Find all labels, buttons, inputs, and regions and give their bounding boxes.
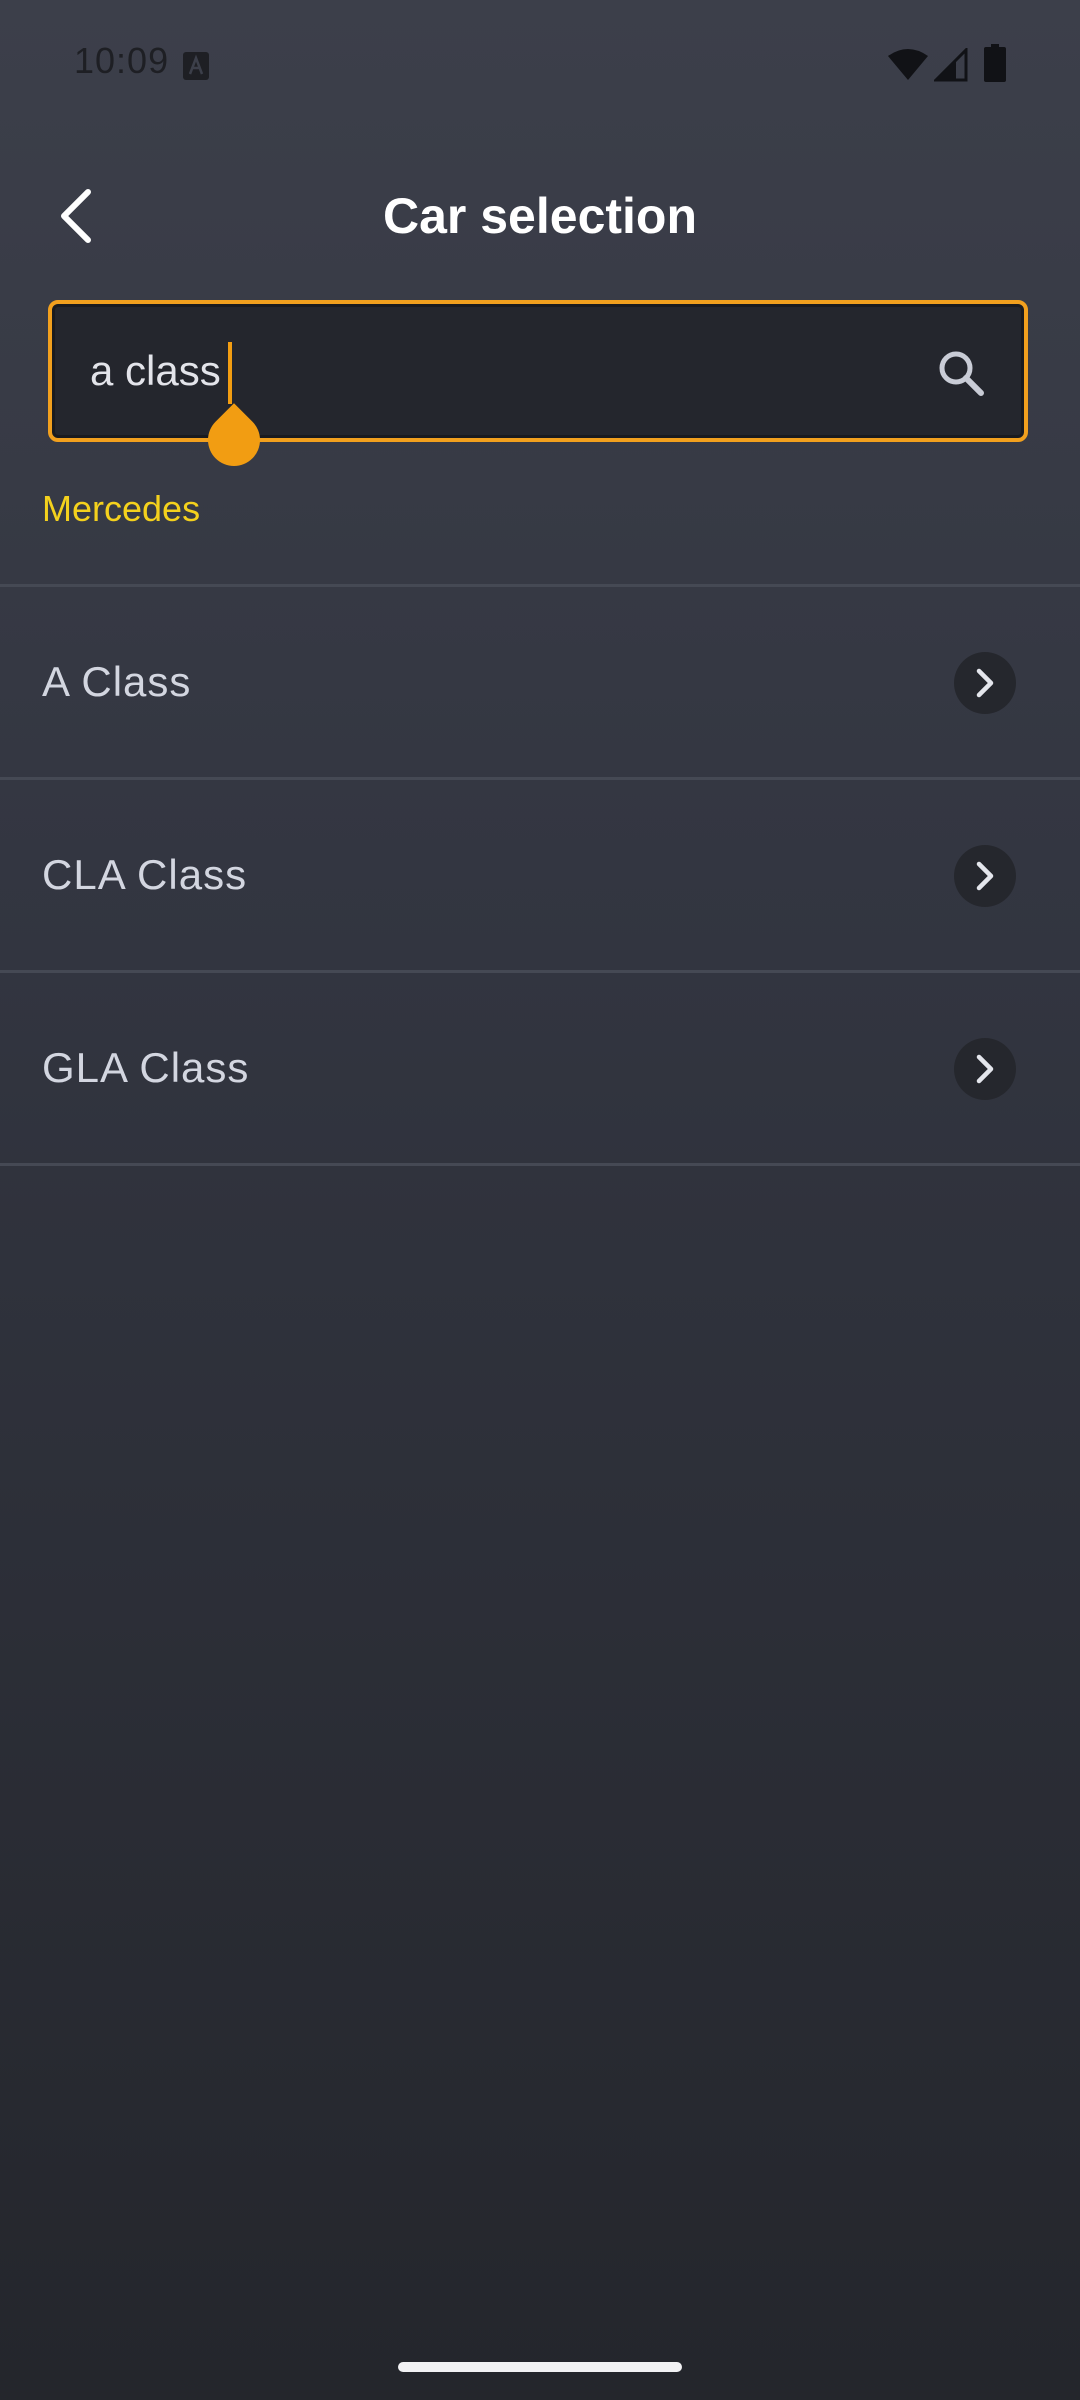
search-icon[interactable] (936, 348, 986, 398)
cell-signal-icon (934, 48, 968, 82)
model-list: A Class CLA Class GLA Class (0, 584, 1080, 1166)
battery-icon (984, 44, 1006, 82)
list-item-label: CLA Class (42, 851, 248, 898)
page-title: Car selection (382, 188, 697, 244)
list-item-label: A Class (42, 658, 192, 705)
wifi-icon (888, 49, 928, 80)
text-cursor (228, 342, 232, 404)
chevron-right-icon (976, 1054, 994, 1084)
list-item-cla-class[interactable]: CLA Class (0, 780, 1080, 970)
status-bar: 10:09 (0, 0, 1080, 130)
search-input[interactable] (90, 304, 910, 438)
search-box[interactable] (48, 300, 1028, 477)
list-item-a-class[interactable]: A Class (0, 587, 1080, 777)
chevron-button[interactable] (954, 652, 1016, 714)
chevron-right-icon (976, 861, 994, 891)
a-icon (183, 52, 209, 80)
status-time: 10:09 (74, 40, 170, 81)
home-indicator[interactable] (398, 2362, 682, 2372)
list-divider (0, 1163, 1080, 1166)
brand-label: Mercedes (42, 488, 201, 529)
chevron-button[interactable] (954, 845, 1016, 907)
list-item-gla-class[interactable]: GLA Class (0, 973, 1080, 1163)
chevron-right-icon (976, 668, 994, 698)
chevron-button[interactable] (954, 1038, 1016, 1100)
list-item-label: GLA Class (42, 1044, 250, 1091)
